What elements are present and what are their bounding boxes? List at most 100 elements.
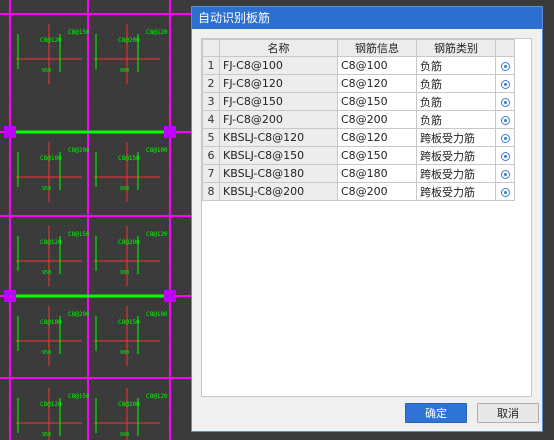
rebar-info-cell[interactable]: C8@120: [337, 128, 417, 147]
dimension-label: 900: [120, 432, 129, 438]
rebar-info-cell[interactable]: C8@200: [337, 182, 417, 201]
rebar-label: C8@120: [40, 37, 62, 44]
row-number: 3: [202, 92, 220, 111]
column-header-name[interactable]: 名称: [219, 39, 338, 57]
row-number: 5: [202, 128, 220, 147]
column-header-rebar-type[interactable]: 钢筋类别: [416, 39, 496, 57]
row-number: 6: [202, 146, 220, 165]
row-number: 1: [202, 56, 220, 75]
row-number: 4: [202, 110, 220, 129]
pick-cell[interactable]: [495, 110, 515, 129]
table-header-row: 名称 钢筋信息 钢筋类别: [202, 39, 515, 57]
pick-point-icon[interactable]: [500, 133, 511, 144]
rebar-label: C8@100: [40, 319, 62, 326]
rebar-type-cell[interactable]: 跨板受力筋: [416, 128, 496, 147]
rebar-info-cell[interactable]: C8@200: [337, 110, 417, 129]
row-number: 7: [202, 164, 220, 183]
rebar-name-cell[interactable]: KBSLJ-C8@200: [219, 182, 338, 201]
table-row[interactable]: 2 FJ-C8@120 C8@120 负筋: [202, 74, 515, 93]
dimension-label: 950: [42, 270, 51, 276]
rebar-label: C8@100: [146, 311, 168, 318]
pick-cell[interactable]: [495, 182, 515, 201]
table-row[interactable]: 5 KBSLJ-C8@120 C8@120 跨板受力筋: [202, 128, 515, 147]
dimension-label: 950: [42, 432, 51, 438]
rebar-type-cell[interactable]: 跨板受力筋: [416, 182, 496, 201]
cancel-button[interactable]: 取消: [477, 403, 539, 423]
rebar-label: C8@200: [118, 401, 140, 408]
rebar-label: C8@150: [68, 393, 90, 400]
rebar-label: C8@100: [40, 155, 62, 162]
dimension-label: 900: [120, 186, 129, 192]
rebar-label: C8@200: [68, 311, 90, 318]
rebar-label: C8@200: [118, 239, 140, 246]
rebar-type-cell[interactable]: 负筋: [416, 56, 496, 75]
pick-cell[interactable]: [495, 92, 515, 111]
rebar-label: C8@120: [40, 239, 62, 246]
dimension-label: 900: [120, 68, 129, 74]
rebar-label: C8@150: [118, 155, 140, 162]
table-row[interactable]: 8 KBSLJ-C8@200 C8@200 跨板受力筋: [202, 182, 515, 201]
row-number-header: [202, 39, 220, 57]
pick-column-header: [495, 39, 515, 57]
row-number: 2: [202, 74, 220, 93]
rebar-info-cell[interactable]: C8@100: [337, 56, 417, 75]
pick-point-icon[interactable]: [500, 79, 511, 90]
rebar-info-cell[interactable]: C8@150: [337, 92, 417, 111]
pick-point-icon[interactable]: [500, 61, 511, 72]
column-block: [4, 290, 16, 302]
column-block: [164, 126, 176, 138]
table-row[interactable]: 3 FJ-C8@150 C8@150 负筋: [202, 92, 515, 111]
rebar-name-cell[interactable]: KBSLJ-C8@120: [219, 128, 338, 147]
pick-cell[interactable]: [495, 128, 515, 147]
rebar-name-cell[interactable]: FJ-C8@200: [219, 110, 338, 129]
rebar-label: C8@200: [118, 37, 140, 44]
pick-point-icon[interactable]: [500, 97, 511, 108]
rebar-label: C8@150: [68, 29, 90, 36]
rebar-type-cell[interactable]: 跨板受力筋: [416, 164, 496, 183]
dimension-label: 950: [42, 186, 51, 192]
column-header-rebar-info[interactable]: 钢筋信息: [337, 39, 417, 57]
rebar-label: C8@120: [146, 231, 168, 238]
rebar-info-cell[interactable]: C8@180: [337, 164, 417, 183]
rebar-type-cell[interactable]: 负筋: [416, 74, 496, 93]
rebar-info-cell[interactable]: C8@150: [337, 146, 417, 165]
rebar-name-cell[interactable]: FJ-C8@100: [219, 56, 338, 75]
dialog-title: 自动识别板筋: [192, 7, 542, 29]
rebar-name-cell[interactable]: KBSLJ-C8@150: [219, 146, 338, 165]
rebar-info-cell[interactable]: C8@120: [337, 74, 417, 93]
pick-cell[interactable]: [495, 74, 515, 93]
row-number: 8: [202, 182, 220, 201]
dimension-label: 900: [120, 350, 129, 356]
pick-point-icon[interactable]: [500, 187, 511, 198]
column-block: [164, 290, 176, 302]
rebar-label: C8@120: [146, 29, 168, 36]
table-row[interactable]: 6 KBSLJ-C8@150 C8@150 跨板受力筋: [202, 146, 515, 165]
pick-point-icon[interactable]: [500, 151, 511, 162]
pick-point-icon[interactable]: [500, 169, 511, 180]
rebar-label: C8@120: [146, 393, 168, 400]
table-row[interactable]: 4 FJ-C8@200 C8@200 负筋: [202, 110, 515, 129]
rebar-label: C8@120: [40, 401, 62, 408]
rebar-label: C8@150: [118, 319, 140, 326]
rebar-table-panel: 名称 钢筋信息 钢筋类别 1 FJ-C8@100 C8@100 负筋 2 FJ-C8@12…: [201, 38, 532, 397]
table-row[interactable]: 7 KBSLJ-C8@180 C8@180 跨板受力筋: [202, 164, 515, 183]
rebar-type-cell[interactable]: 负筋: [416, 110, 496, 129]
confirm-button[interactable]: 确定: [405, 403, 467, 423]
rebar-name-cell[interactable]: KBSLJ-C8@180: [219, 164, 338, 183]
rebar-label: C8@100: [146, 147, 168, 154]
table-row[interactable]: 1 FJ-C8@100 C8@100 负筋: [202, 56, 515, 75]
rebar-table: 名称 钢筋信息 钢筋类别 1 FJ-C8@100 C8@100 负筋 2 FJ-C8@12…: [202, 39, 515, 201]
pick-cell[interactable]: [495, 164, 515, 183]
dimension-label: 950: [42, 350, 51, 356]
pick-cell[interactable]: [495, 146, 515, 165]
rebar-type-cell[interactable]: 负筋: [416, 92, 496, 111]
rebar-type-cell[interactable]: 跨板受力筋: [416, 146, 496, 165]
column-block: [4, 126, 16, 138]
rebar-name-cell[interactable]: FJ-C8@120: [219, 74, 338, 93]
dimension-label: 950: [42, 68, 51, 74]
auto-identify-slab-rebar-dialog: 自动识别板筋 名称 钢筋信息 钢筋类别 1 FJ-C8@100 C8@100 负筋 2 F…: [191, 6, 543, 432]
rebar-label: C8@150: [68, 231, 90, 238]
pick-cell[interactable]: [495, 56, 515, 75]
pick-point-icon[interactable]: [500, 115, 511, 126]
rebar-name-cell[interactable]: FJ-C8@150: [219, 92, 338, 111]
